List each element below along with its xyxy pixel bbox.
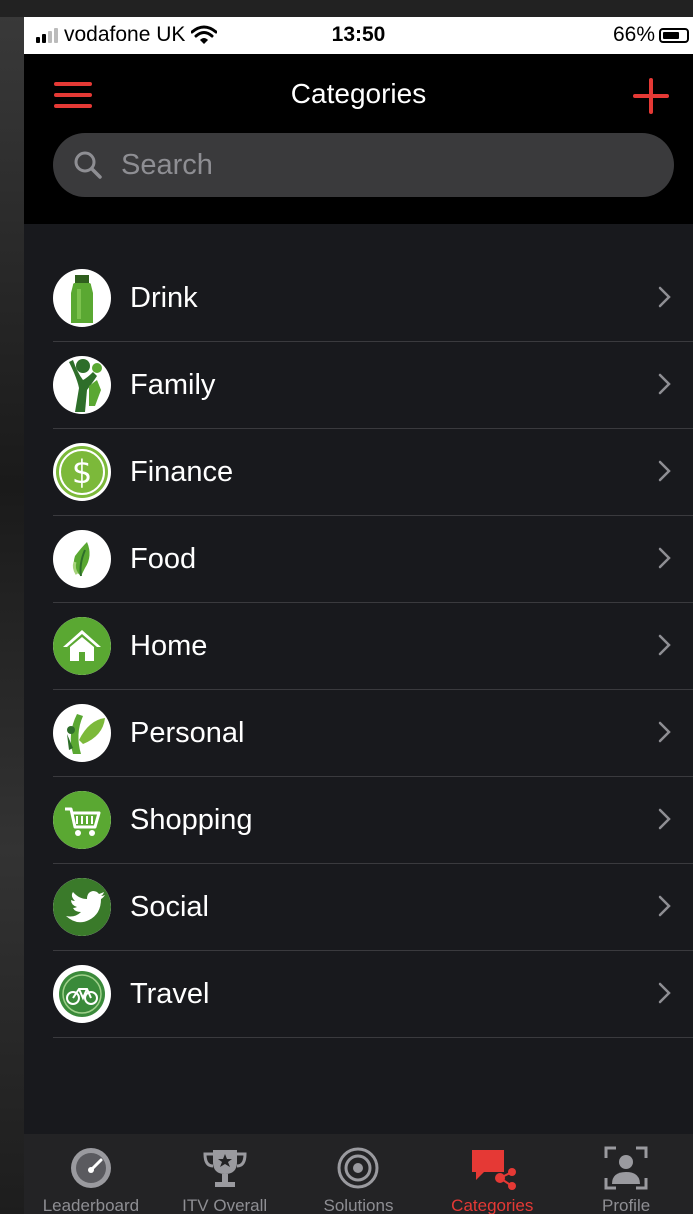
svg-text:$: $	[72, 453, 92, 491]
chevron-right-icon	[658, 895, 671, 917]
bicycle-icon	[53, 965, 111, 1023]
category-item-personal[interactable]: Personal	[53, 690, 693, 777]
chevron-right-icon	[658, 460, 671, 482]
house-icon	[53, 617, 111, 675]
tab-label: Solutions	[323, 1196, 394, 1214]
clock: 13:50	[331, 23, 386, 46]
category-label: Personal	[130, 716, 245, 749]
chevron-right-icon	[658, 286, 671, 308]
tab-bar: Leaderboard ITV Overall Solutions Catego…	[24, 1134, 693, 1214]
search-bar[interactable]	[53, 133, 674, 197]
category-item-finance[interactable]: $ Finance	[53, 429, 693, 516]
category-label: Family	[130, 368, 216, 401]
chevron-right-icon	[658, 547, 671, 569]
dollar-icon: $	[53, 443, 111, 501]
category-item-family[interactable]: Family	[53, 342, 693, 429]
cart-icon	[53, 791, 111, 849]
chevron-right-icon	[658, 634, 671, 656]
bird-icon	[53, 878, 111, 936]
category-item-social[interactable]: Social	[53, 864, 693, 951]
profile-frame-icon	[604, 1146, 648, 1190]
category-item-home[interactable]: Home	[53, 603, 693, 690]
trophy-icon	[203, 1150, 247, 1187]
category-item-drink[interactable]: Drink	[53, 255, 693, 342]
family-icon	[53, 356, 111, 414]
category-label: Social	[130, 890, 209, 923]
category-item-travel[interactable]: Travel	[53, 951, 693, 1038]
leaf-icon	[53, 530, 111, 588]
search-icon	[74, 151, 102, 179]
category-list: Drink Family $ Finance Food Home Persona…	[24, 255, 693, 1038]
chevron-right-icon	[658, 373, 671, 395]
add-category-button[interactable]	[631, 76, 671, 116]
refresh-target-icon	[337, 1147, 379, 1189]
category-label: Food	[130, 542, 197, 575]
background-left	[0, 0, 24, 1214]
background-top	[0, 0, 693, 17]
nav-bar: Categories	[24, 54, 693, 224]
tab-label: Categories	[451, 1196, 534, 1214]
chevron-right-icon	[658, 982, 671, 1004]
phone-screen: vodafone UK 13:50 66% Categories Search …	[24, 17, 693, 1214]
chevron-right-icon	[658, 808, 671, 830]
category-item-food[interactable]: Food	[53, 516, 693, 603]
tab-label: Profile	[601, 1196, 651, 1214]
chat-share-icon	[472, 1150, 517, 1190]
tab-itv-overall[interactable]: ITV Overall	[158, 1134, 292, 1214]
category-label: Finance	[130, 455, 234, 488]
tab-categories[interactable]: Categories	[425, 1134, 559, 1214]
tab-leaderboard[interactable]: Leaderboard	[24, 1134, 158, 1214]
chevron-right-icon	[658, 721, 671, 743]
tab-solutions[interactable]: Solutions	[292, 1134, 426, 1214]
search-input[interactable]	[119, 147, 603, 183]
battery-icon	[659, 27, 689, 43]
tab-label: Leaderboard	[42, 1196, 140, 1214]
page-title: Categories	[290, 78, 427, 109]
category-label: Travel	[130, 977, 210, 1010]
category-label: Home	[130, 629, 208, 662]
category-item-shopping[interactable]: Shopping	[53, 777, 693, 864]
category-label: Shopping	[130, 803, 253, 836]
battery-status: 66%	[613, 23, 689, 47]
gauge-icon	[70, 1148, 111, 1188]
tab-label: ITV Overall	[182, 1196, 268, 1214]
battery-percent: 66%	[612, 23, 655, 46]
tab-profile[interactable]: Profile	[559, 1134, 693, 1214]
person-leaf-icon	[53, 704, 111, 762]
status-bar: vodafone UK 13:50 66%	[24, 17, 693, 54]
bottle-icon	[53, 269, 111, 327]
category-label: Drink	[130, 281, 198, 314]
